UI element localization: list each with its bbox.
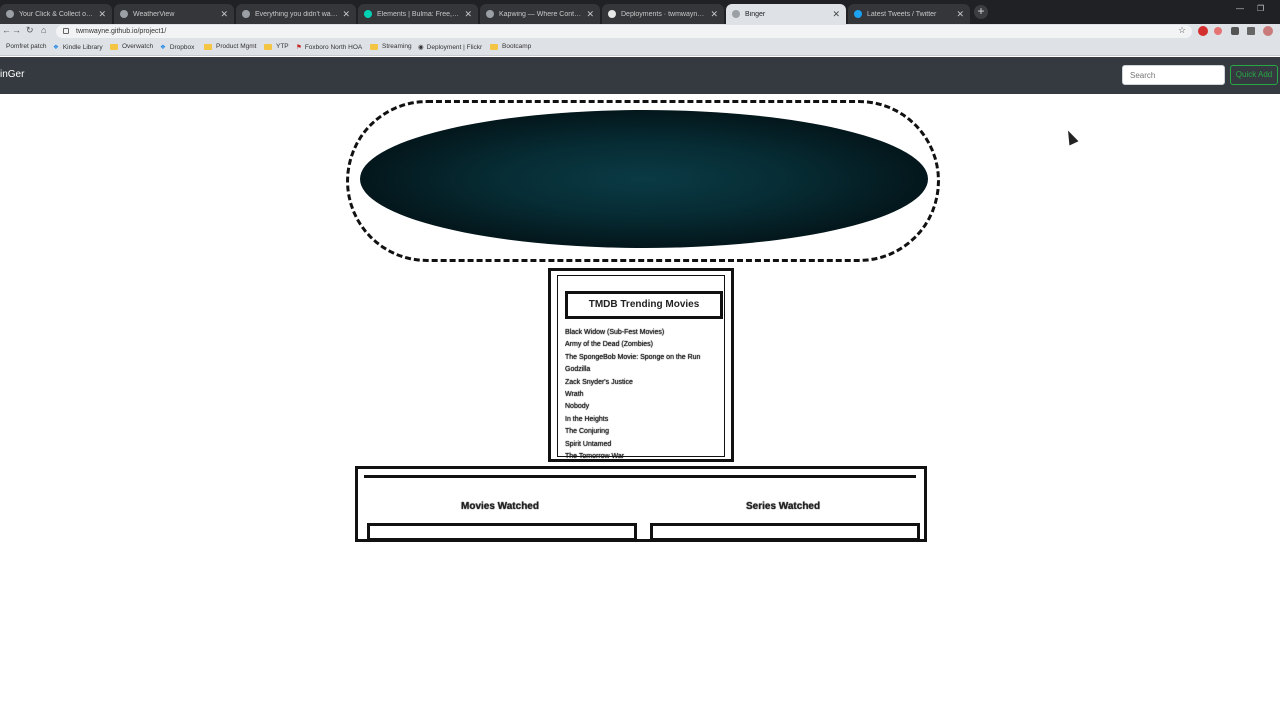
browser-tab[interactable]: Elements | Bulma: Free, open so...✕ (358, 4, 478, 24)
trending-movie-item[interactable]: The Tomorrow War (565, 451, 725, 463)
reload-icon[interactable]: ↻ (26, 25, 34, 36)
browser-tab[interactable]: Your Click & Collect order is rea...✕ (0, 4, 112, 24)
extensions-puzzle-icon[interactable] (1231, 27, 1239, 35)
trending-title: TMDB Trending Movies (565, 291, 723, 319)
folder-icon (110, 43, 118, 50)
url-text: twmwayne.github.io/project1/ (76, 28, 167, 35)
favicon-icon (6, 10, 14, 18)
app-navbar: inGer Quick Add (0, 57, 1280, 94)
bookmark-item[interactable]: Pomfret patch (6, 43, 46, 50)
bookmark-item[interactable]: Overwatch (110, 43, 153, 50)
search-input[interactable] (1122, 65, 1225, 85)
close-tab-icon[interactable]: ✕ (832, 9, 840, 20)
browser-tab[interactable]: Deployments · twmwayne/proj...✕ (602, 4, 724, 24)
brand-logo[interactable]: inGer (0, 69, 24, 80)
bookmark-item[interactable]: Bootcamp (490, 43, 531, 50)
github-icon (608, 10, 616, 18)
close-tab-icon[interactable]: ✕ (464, 9, 472, 20)
favicon-icon (732, 10, 740, 18)
trending-list: Black Widow (Sub-Fest Movies) Army of th… (565, 327, 725, 463)
bookmarks-bar: Pomfret patch ❖ Kindle Library Overwatch … (0, 39, 1280, 56)
favicon-icon (486, 10, 494, 18)
extension-icon[interactable] (1198, 26, 1208, 36)
forward-icon[interactable]: → (12, 25, 21, 35)
trending-movie-item[interactable]: Godzilla (565, 364, 725, 376)
browser-tab-strip: Your Click & Collect order is rea...✕ We… (0, 0, 1280, 24)
trending-movies-card: TMDB Trending Movies Black Widow (Sub-Fe… (548, 268, 734, 462)
browser-tab[interactable]: Kapwing — Where Content Crea...✕ (480, 4, 600, 24)
bookmark-item[interactable]: ⚑ Foxboro North HOA (296, 43, 362, 52)
close-tab-icon[interactable]: ✕ (956, 9, 964, 20)
folder-icon (490, 43, 498, 50)
trending-movie-item[interactable]: The SpongeBob Movie: Sponge on the Run (565, 352, 725, 364)
trending-movie-item[interactable]: Black Widow (Sub-Fest Movies) (565, 327, 725, 339)
trending-movie-item[interactable]: Spirit Untamed (565, 439, 725, 451)
movies-progress-bar (367, 523, 637, 541)
bookmark-item[interactable]: ◉ Deployment | Flickr (418, 43, 482, 52)
browser-toolbar: ← → ↻ ⌂ twmwayne.github.io/project1/ ☆ (0, 24, 1280, 39)
browser-tab-active[interactable]: Binger ✕ (726, 4, 846, 24)
profile-avatar[interactable] (1263, 26, 1273, 36)
extension-icon[interactable] (1214, 27, 1222, 35)
bookmark-item[interactable]: ❖ Kindle Library (53, 43, 103, 52)
trending-movie-item[interactable]: Nobody (565, 401, 725, 413)
back-icon[interactable]: ← (2, 25, 11, 35)
close-tab-icon[interactable]: ✕ (710, 9, 718, 20)
media-icon[interactable] (1247, 27, 1255, 35)
folder-icon (204, 43, 212, 50)
quick-add-button[interactable]: Quick Add (1230, 65, 1278, 85)
dropbox-icon: ❖ (53, 44, 59, 51)
bookmark-star-icon[interactable]: ☆ (1178, 25, 1186, 36)
movies-watched-label: Movies Watched (461, 501, 539, 512)
minimize-icon[interactable]: — (1236, 4, 1244, 13)
bookmark-item[interactable]: ❖ Dropbox (160, 43, 194, 52)
globe-icon: ◉ (418, 44, 424, 51)
trending-movie-item[interactable]: Zack Snyder's Justice (565, 377, 725, 389)
hoa-icon: ⚑ (296, 44, 302, 51)
dropbox-icon: ❖ (160, 44, 166, 51)
favicon-icon (242, 10, 250, 18)
folder-icon (370, 43, 378, 50)
new-tab-button[interactable]: + (974, 5, 988, 19)
close-tab-icon[interactable]: ✕ (220, 9, 228, 20)
watched-stats-panel: Movies Watched Series Watched (355, 466, 927, 542)
browser-tab[interactable]: Everything you didn't want to kn...✕ (236, 4, 356, 24)
address-bar[interactable]: twmwayne.github.io/project1/ (56, 25, 1192, 38)
trending-movie-item[interactable]: In the Heights (565, 414, 725, 426)
trending-movie-item[interactable]: The Conjuring (565, 426, 725, 438)
home-icon[interactable]: ⌂ (41, 25, 46, 35)
bookmark-item[interactable]: Streaming (370, 43, 412, 50)
hero-banner (360, 110, 928, 248)
maximize-icon[interactable]: ❐ (1257, 4, 1264, 13)
trending-movie-item[interactable]: Army of the Dead (Zombies) (565, 339, 725, 351)
favicon-icon (364, 10, 372, 18)
bookmark-item[interactable]: YTP (264, 43, 289, 50)
folder-icon (264, 43, 272, 50)
mouse-cursor (1063, 128, 1079, 146)
trending-movie-item[interactable]: Wrath (565, 389, 725, 401)
close-tab-icon[interactable]: ✕ (586, 9, 594, 20)
close-tab-icon[interactable]: ✕ (342, 9, 350, 20)
twitter-icon (854, 10, 862, 18)
panel-divider (364, 475, 916, 479)
bookmark-item[interactable]: Product Mgmt (204, 43, 256, 50)
browser-tab[interactable]: WeatherView ✕ (114, 4, 234, 24)
favicon-icon (120, 10, 128, 18)
series-watched-label: Series Watched (746, 501, 821, 512)
series-progress-bar (650, 523, 920, 541)
close-tab-icon[interactable]: ✕ (98, 9, 106, 20)
browser-tab[interactable]: Latest Tweets / Twitter ✕ (848, 4, 970, 24)
lock-icon (63, 28, 69, 34)
